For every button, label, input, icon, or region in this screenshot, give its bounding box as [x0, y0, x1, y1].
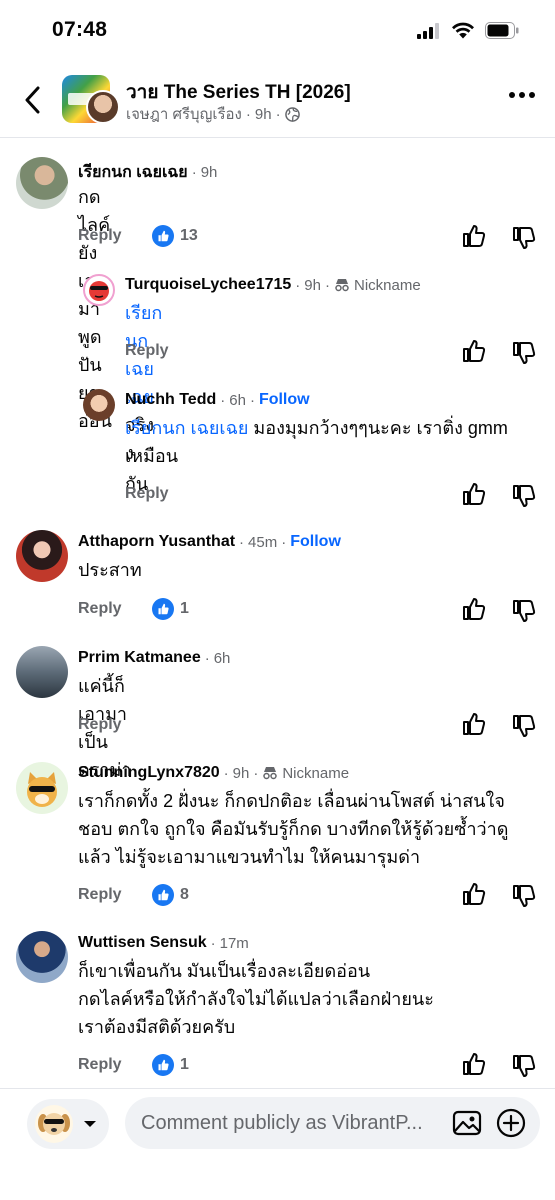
reply-button[interactable]: Reply [125, 342, 169, 360]
more-icon [509, 92, 515, 98]
more-options-button[interactable] [509, 92, 535, 98]
plus-circle-icon[interactable] [496, 1108, 526, 1138]
mention-link[interactable]: เรียกนก เฉยเฉย [125, 418, 248, 438]
like-reaction-icon [152, 1054, 174, 1076]
thumbs-down-icon[interactable] [511, 598, 537, 624]
identity-switcher[interactable] [27, 1099, 109, 1149]
thumbs-down-icon[interactable] [511, 225, 537, 251]
comment-text-line: ชอบ ตกใจ ถูกใจ คือมันรับรู้ก็กด บางทีกดใ… [78, 819, 509, 839]
post-time: 9h [254, 105, 272, 123]
follow-button[interactable]: Follow [290, 533, 341, 551]
like-reaction-icon [152, 884, 174, 906]
reply-button[interactable]: Reply [78, 227, 122, 245]
avatar-face-icon [89, 281, 109, 301]
thumbs-up-icon[interactable] [461, 223, 487, 249]
commenter-avatar[interactable] [16, 530, 68, 582]
commenter-name[interactable]: TurquoiseLychee1715 [125, 276, 291, 294]
comment-time: 17m [219, 934, 249, 952]
photo-icon[interactable] [452, 1109, 482, 1137]
globe-icon [284, 106, 300, 122]
commenter-name[interactable]: เรียกนก เฉยเฉย [78, 160, 188, 185]
thumbs-down-icon[interactable] [511, 340, 537, 366]
comment-text-line: ก็เขาเพื่อนกัน มันเป็นเรื่องละเอียดอ่อน [78, 961, 371, 981]
comment-composer [0, 1088, 555, 1200]
avatar-cat-icon [27, 772, 57, 807]
comment-time: 6h [229, 391, 246, 409]
commenter-avatar[interactable] [16, 762, 68, 814]
comment-time: 45m [248, 533, 278, 551]
comment-text: ประสาท [78, 560, 142, 580]
post-header: วาย The Series TH [2026] เจษฎา ศรีบุญเรื… [0, 62, 555, 138]
back-button[interactable] [16, 82, 48, 118]
thumbs-up-icon[interactable] [461, 596, 487, 622]
follow-button[interactable]: Follow [259, 391, 310, 409]
comment-time: 9h [200, 164, 218, 181]
comment-text: มองมุมกว้างๆๆนะคะ เราติ่ง gmm [248, 418, 508, 438]
like-count: 1 [152, 598, 189, 620]
comment-input[interactable] [141, 1097, 441, 1149]
comment-input-box [125, 1097, 540, 1149]
status-icons [417, 22, 519, 39]
comment-text-line: แล้ว ไม่รู้จะเอามาแขวนทำไม ให้คนมารุมด่า [78, 847, 421, 867]
reply-button[interactable]: Reply [78, 716, 122, 734]
comment-time: 9h [304, 276, 321, 294]
commenter-avatar[interactable] [83, 389, 115, 421]
chevron-down-icon [84, 1121, 96, 1127]
commenter-name[interactable]: Nuchh Tedd [125, 391, 216, 409]
commenter-name[interactable]: StunningLynx7820 [78, 764, 220, 782]
thumbs-down-icon[interactable] [511, 883, 537, 909]
reply-button[interactable]: Reply [125, 485, 169, 503]
reply-button[interactable]: Reply [78, 600, 122, 618]
thumbs-up-icon[interactable] [461, 1051, 487, 1077]
like-count: 1 [152, 1054, 189, 1076]
commenter-avatar[interactable] [83, 274, 115, 306]
status-time: 07:48 [52, 18, 108, 41]
thumbs-down-icon[interactable] [511, 713, 537, 739]
nickname-badge: Nickname [282, 764, 350, 782]
post-meta: เจษฎา ศรีบุญเรือง · 9h · [126, 102, 300, 126]
thumbs-up-icon[interactable] [461, 338, 487, 364]
like-count: 13 [152, 225, 198, 247]
thumbs-up-icon[interactable] [461, 881, 487, 907]
thumbs-down-icon[interactable] [511, 1053, 537, 1079]
commenter-name[interactable]: Prrim Katmanee [78, 649, 201, 667]
comment-text-line: กดไลค์หรือให้กำลังใจไม่ได้แปลว่าเลือกฝ่า… [78, 989, 434, 1009]
comment-text-line: เราต้องมีสติด้วยครับ [78, 1017, 236, 1037]
incognito-icon [335, 279, 349, 292]
like-reaction-icon [152, 598, 174, 620]
nickname-badge: Nickname [353, 276, 421, 294]
reply-button[interactable]: Reply [78, 886, 122, 904]
reply-button[interactable]: Reply [78, 1056, 122, 1074]
commenter-name[interactable]: Atthaporn Yusanthat [78, 533, 235, 551]
user-avatar [35, 1105, 73, 1143]
comment-time: 9h [232, 764, 250, 782]
wifi-icon [452, 22, 474, 39]
author-name[interactable]: เจษฎา ศรีบุญเรือง [126, 102, 242, 126]
author-avatar[interactable] [86, 90, 120, 124]
like-count: 8 [152, 884, 189, 906]
avatar-dog-icon [38, 1113, 70, 1135]
battery-icon [485, 22, 519, 39]
thumbs-up-icon[interactable] [461, 481, 487, 507]
thumbs-up-icon[interactable] [461, 711, 487, 737]
signal-icon [417, 22, 439, 39]
status-bar: 07:48 [0, 0, 555, 62]
comment-text-line: เราก็กดทั้ง 2 ฝั่งนะ ก็กดปกติอะ เลื่อนผ่… [78, 791, 505, 811]
commenter-name[interactable]: Wuttisen Sensuk [78, 934, 207, 952]
commenter-avatar[interactable] [16, 931, 68, 983]
back-icon [25, 86, 40, 114]
commenter-avatar[interactable] [16, 157, 68, 209]
commenter-avatar[interactable] [16, 646, 68, 698]
thumbs-down-icon[interactable] [511, 483, 537, 509]
comment-time: 6h [213, 649, 231, 667]
like-reaction-icon [152, 225, 174, 247]
incognito-icon [263, 767, 278, 780]
